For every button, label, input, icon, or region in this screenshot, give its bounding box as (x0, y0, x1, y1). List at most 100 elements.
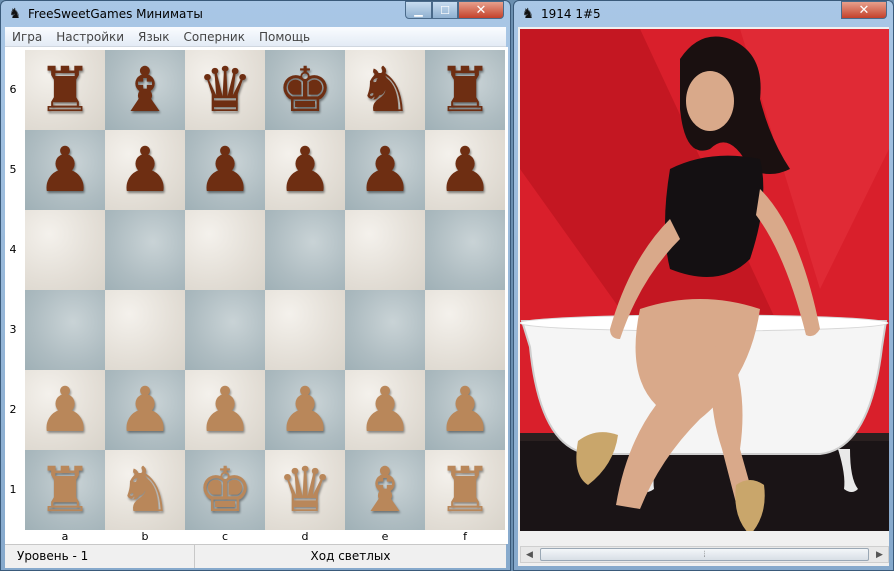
board-square-e3[interactable] (345, 290, 425, 370)
board-square-a5[interactable]: ♟ (25, 130, 105, 210)
board-square-b5[interactable]: ♟ (105, 130, 185, 210)
knight-app-icon: ♞ (521, 6, 535, 22)
board-square-c5[interactable]: ♟ (185, 130, 265, 210)
menu-settings[interactable]: Настройки (49, 30, 131, 44)
white-pawn-icon[interactable]: ♟ (37, 379, 93, 441)
chess-client-area: Игра Настройки Язык Соперник Помощь 6 5 … (5, 27, 508, 568)
image-viewer-window: ♞ 1914 1#5 ✕ ◀ ⦙ ▶ (513, 0, 894, 571)
white-queen-icon[interactable]: ♛ (277, 459, 333, 521)
black-queen-icon[interactable]: ♛ (197, 59, 253, 121)
board-square-b6[interactable]: ♝ (105, 50, 185, 130)
board-square-e4[interactable] (345, 210, 425, 290)
black-pawn-icon[interactable]: ♟ (117, 139, 173, 201)
close-button[interactable]: ✕ (458, 1, 504, 19)
image-titlebar[interactable]: ♞ 1914 1#5 ✕ (514, 1, 893, 27)
board-square-c2[interactable]: ♟ (185, 370, 265, 450)
menu-help[interactable]: Помощь (252, 30, 317, 44)
black-bishop-icon[interactable]: ♝ (117, 59, 173, 121)
board-square-e2[interactable]: ♟ (345, 370, 425, 450)
file-label: f (463, 530, 467, 543)
photo-illustration (520, 29, 889, 531)
board-square-c3[interactable] (185, 290, 265, 370)
scroll-right-arrow-icon[interactable]: ▶ (871, 547, 888, 562)
board-square-f2[interactable]: ♟ (425, 370, 505, 450)
maximize-button[interactable]: ☐ (432, 1, 458, 19)
board-square-b1[interactable]: ♞ (105, 450, 185, 530)
black-rook-icon[interactable]: ♜ (437, 59, 493, 121)
status-bar: Уровень - 1 Ход светлых (5, 544, 506, 568)
board-square-a4[interactable] (25, 210, 105, 290)
minimize-button[interactable]: ▁ (405, 1, 432, 19)
chess-window-controls: ▁ ☐ ✕ (405, 1, 504, 19)
board-area: 6 5 4 3 2 1 ♜ ♝ ♛ ♚ ♞ ♜ ♟ ♟ ♟ ♟ ♟ ♟ ♟ ♟ ♟ ♟ ♟ ♟ ♜ ♞ ♚ ♛ ♝ ♜ a b… (5, 47, 508, 544)
menu-game[interactable]: Игра (5, 30, 49, 44)
board-square-f1[interactable]: ♜ (425, 450, 505, 530)
close-button[interactable]: ✕ (841, 1, 887, 19)
board-square-b4[interactable] (105, 210, 185, 290)
board-square-b2[interactable]: ♟ (105, 370, 185, 450)
rank-label: 5 (9, 163, 17, 176)
board-square-b3[interactable] (105, 290, 185, 370)
black-king-icon[interactable]: ♚ (277, 59, 333, 121)
board-square-d2[interactable]: ♟ (265, 370, 345, 450)
chess-board: ♜ ♝ ♛ ♚ ♞ ♜ ♟ ♟ ♟ ♟ ♟ ♟ ♟ ♟ ♟ ♟ ♟ ♟ ♜ ♞ ♚ ♛ ♝ ♜ (25, 50, 505, 530)
rank-label: 2 (9, 403, 17, 416)
white-pawn-icon[interactable]: ♟ (117, 379, 173, 441)
black-pawn-icon[interactable]: ♟ (437, 139, 493, 201)
file-label: a (61, 530, 69, 543)
board-square-e1[interactable]: ♝ (345, 450, 425, 530)
black-pawn-icon[interactable]: ♟ (357, 139, 413, 201)
rank-label: 1 (9, 483, 17, 496)
board-square-a6[interactable]: ♜ (25, 50, 105, 130)
white-king-icon[interactable]: ♚ (197, 459, 253, 521)
rank-label: 3 (9, 323, 17, 336)
scroll-thumb[interactable]: ⦙ (540, 548, 869, 561)
horizontal-scrollbar[interactable]: ◀ ⦙ ▶ (520, 546, 889, 563)
maximize-icon: ☐ (440, 3, 450, 17)
board-square-d6[interactable]: ♚ (265, 50, 345, 130)
menu-opponent[interactable]: Соперник (177, 30, 252, 44)
black-knight-icon[interactable]: ♞ (357, 59, 413, 121)
knight-app-icon: ♞ (8, 6, 22, 22)
board-square-d1[interactable]: ♛ (265, 450, 345, 530)
white-rook-icon[interactable]: ♜ (437, 459, 493, 521)
scroll-track[interactable]: ⦙ (538, 548, 871, 561)
board-square-e6[interactable]: ♞ (345, 50, 425, 130)
white-knight-icon[interactable]: ♞ (117, 459, 173, 521)
board-square-d4[interactable] (265, 210, 345, 290)
status-level: Уровень - 1 (5, 545, 195, 568)
photo (520, 29, 889, 531)
black-rook-icon[interactable]: ♜ (37, 59, 93, 121)
image-client-area: ◀ ⦙ ▶ (518, 27, 889, 566)
board-square-a1[interactable]: ♜ (25, 450, 105, 530)
board-square-d5[interactable]: ♟ (265, 130, 345, 210)
menu-language[interactable]: Язык (131, 30, 176, 44)
white-pawn-icon[interactable]: ♟ (437, 379, 493, 441)
white-rook-icon[interactable]: ♜ (37, 459, 93, 521)
board-square-a2[interactable]: ♟ (25, 370, 105, 450)
white-pawn-icon[interactable]: ♟ (357, 379, 413, 441)
board-square-a3[interactable] (25, 290, 105, 370)
board-square-c4[interactable] (185, 210, 265, 290)
board-square-c6[interactable]: ♛ (185, 50, 265, 130)
file-label: b (141, 530, 149, 543)
close-icon: ✕ (475, 2, 487, 18)
board-square-f5[interactable]: ♟ (425, 130, 505, 210)
board-square-f4[interactable] (425, 210, 505, 290)
black-pawn-icon[interactable]: ♟ (277, 139, 333, 201)
white-pawn-icon[interactable]: ♟ (277, 379, 333, 441)
chess-window: ♞ FreeSweetGames Миниматы ▁ ☐ ✕ Игра Нас… (0, 0, 511, 571)
minimize-icon: ▁ (414, 3, 423, 17)
board-square-d3[interactable] (265, 290, 345, 370)
scroll-left-arrow-icon[interactable]: ◀ (521, 547, 538, 562)
black-pawn-icon[interactable]: ♟ (37, 139, 93, 201)
white-bishop-icon[interactable]: ♝ (357, 459, 413, 521)
board-square-e5[interactable]: ♟ (345, 130, 425, 210)
board-square-c1[interactable]: ♚ (185, 450, 265, 530)
white-pawn-icon[interactable]: ♟ (197, 379, 253, 441)
black-pawn-icon[interactable]: ♟ (197, 139, 253, 201)
chess-titlebar[interactable]: ♞ FreeSweetGames Миниматы ▁ ☐ ✕ (1, 1, 510, 27)
rank-label: 4 (9, 243, 17, 256)
board-square-f6[interactable]: ♜ (425, 50, 505, 130)
board-square-f3[interactable] (425, 290, 505, 370)
